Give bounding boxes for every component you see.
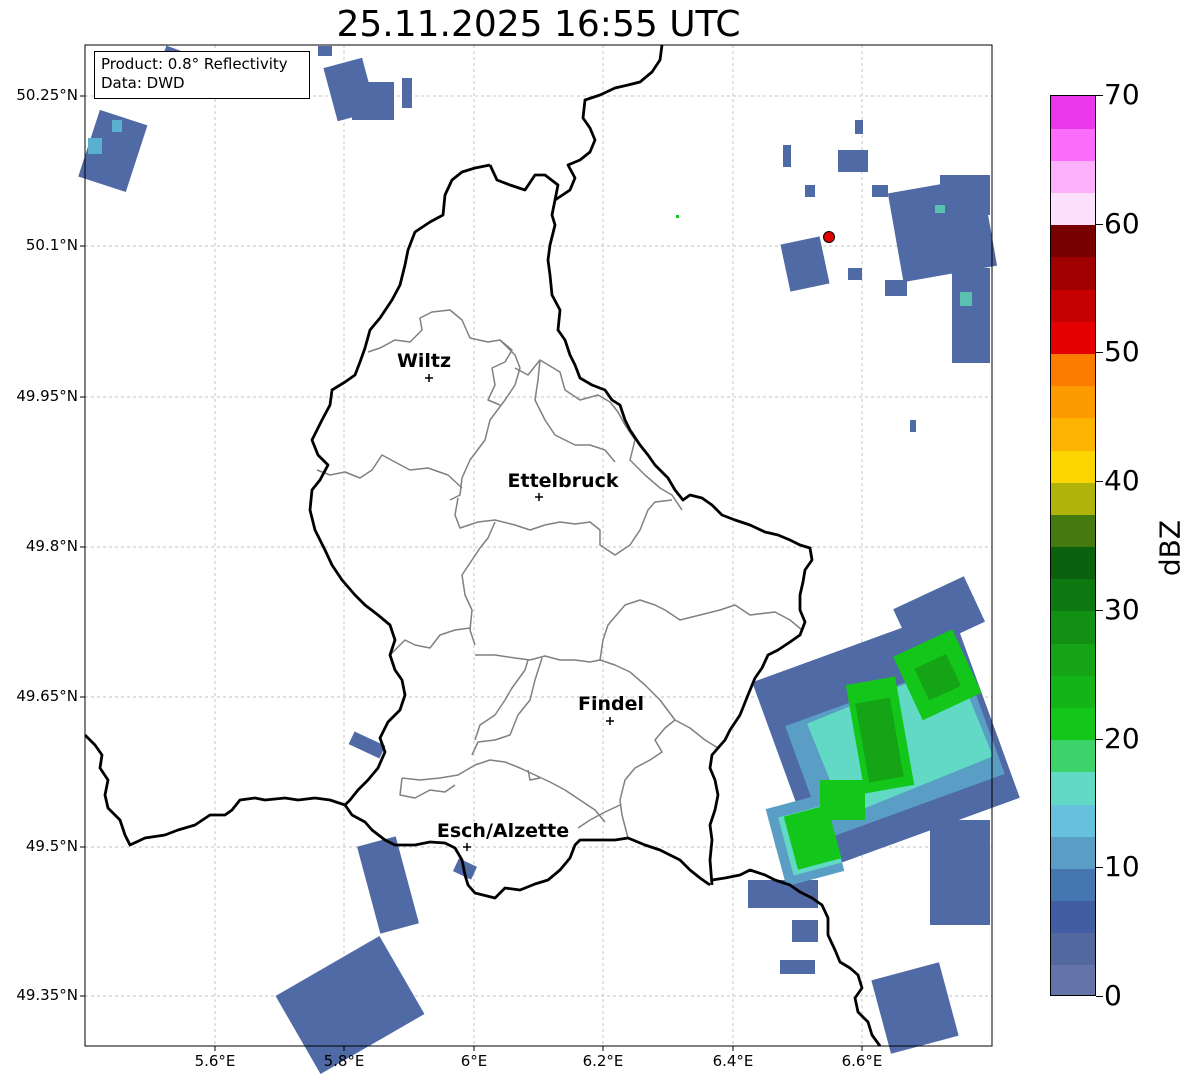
radar-site-marker	[823, 231, 835, 243]
colorbar-segment	[1051, 96, 1095, 129]
lat-tick-label: 49.8°N	[25, 537, 78, 555]
colorbar-tick-mark	[1096, 867, 1103, 869]
colorbar-segment	[1051, 449, 1095, 483]
lat-tick-label: 49.65°N	[16, 687, 78, 705]
colorbar-segment	[1051, 578, 1095, 612]
colorbar-segment	[1051, 836, 1095, 869]
colorbar-tick-mark	[1096, 95, 1103, 96]
lat-tick-label: 49.95°N	[16, 387, 78, 405]
colorbar-segment	[1051, 256, 1095, 290]
colorbar-tick-label: 60	[1104, 206, 1140, 240]
lon-tick-label: 6.6°E	[841, 1052, 883, 1070]
colorbar-segment	[1051, 739, 1095, 773]
map-title: 25.11.2025 16:55 UTC	[336, 4, 741, 45]
colorbar	[1050, 95, 1096, 996]
radar-map	[78, 44, 1020, 1074]
colorbar-segment	[1051, 482, 1095, 515]
city-label-ettelbruck: Ettelbruck	[507, 470, 619, 492]
lat-tick-label: 50.1°N	[25, 236, 78, 254]
city-label-wiltz: Wiltz	[396, 350, 452, 372]
colorbar-segment	[1051, 610, 1095, 644]
lat-tick-label: 49.35°N	[16, 986, 78, 1004]
colorbar-tick-label: 20	[1104, 721, 1140, 755]
colorbar-segment	[1051, 643, 1095, 676]
colorbar-segment	[1051, 353, 1095, 387]
map-frame	[84, 44, 993, 1047]
city-label-esch: Esch/Alzette	[436, 820, 570, 842]
lon-tick-label: 6.4°E	[712, 1052, 754, 1070]
colorbar-tick-mark	[1096, 223, 1103, 225]
lon-tick-label: 6°E	[460, 1052, 488, 1070]
product-label: Product: 0.8° Reflectivity	[101, 55, 288, 73]
city-marker-esch	[463, 843, 471, 851]
city-label-findel: Findel	[577, 693, 645, 715]
colorbar-segment	[1051, 803, 1095, 837]
colorbar-segment	[1051, 707, 1095, 741]
city-marker-wiltz	[425, 374, 433, 382]
colorbar-segment	[1051, 289, 1095, 322]
colorbar-segment	[1051, 771, 1095, 805]
colorbar-tick-mark	[1096, 996, 1103, 997]
colorbar-tick-label: 30	[1104, 592, 1140, 626]
colorbar-segment	[1051, 417, 1095, 451]
colorbar-segment	[1051, 224, 1095, 258]
lon-tick-label: 5.6°E	[194, 1052, 236, 1070]
map-grid	[85, 45, 992, 1046]
colorbar-tick-mark	[1096, 481, 1103, 483]
colorbar-tick-label: 50	[1104, 335, 1140, 369]
colorbar-tick-label: 70	[1104, 78, 1140, 111]
colorbar-label: dBZ	[1153, 519, 1184, 577]
data-source-label: Data: DWD	[101, 74, 185, 92]
colorbar-segment	[1051, 932, 1095, 966]
city-marker-findel	[606, 717, 614, 725]
colorbar-tick-label: 10	[1104, 850, 1140, 884]
lat-tick-label: 49.5°N	[25, 837, 78, 855]
lat-tick-label: 50.25°N	[16, 86, 78, 104]
colorbar-tick-mark	[1096, 352, 1103, 354]
colorbar-segment	[1051, 514, 1095, 548]
colorbar-segment	[1051, 321, 1095, 355]
colorbar-segment	[1051, 160, 1095, 194]
colorbar-segment	[1051, 675, 1095, 708]
city-marker-ettelbruck	[535, 493, 543, 501]
colorbar-tick-label: 40	[1104, 464, 1140, 498]
colorbar-segment	[1051, 900, 1095, 934]
reflectivity-echoes	[78, 45, 1020, 1074]
colorbar-segment	[1051, 192, 1095, 226]
lon-tick-label: 6.2°E	[582, 1052, 624, 1070]
canton-borders	[316, 309, 803, 839]
colorbar-segment	[1051, 868, 1095, 902]
colorbar-segment	[1051, 385, 1095, 419]
colorbar-segment	[1051, 546, 1095, 580]
info-box: Product: 0.8° Reflectivity Data: DWD	[94, 51, 310, 99]
colorbar-tick-mark	[1096, 609, 1103, 611]
colorbar-tick-mark	[1096, 738, 1103, 740]
colorbar-segment	[1051, 128, 1095, 161]
lon-tick-label: 5.8°E	[323, 1052, 365, 1070]
colorbar-tick-label: 0	[1104, 979, 1122, 1012]
colorbar-segment	[1051, 964, 1095, 995]
